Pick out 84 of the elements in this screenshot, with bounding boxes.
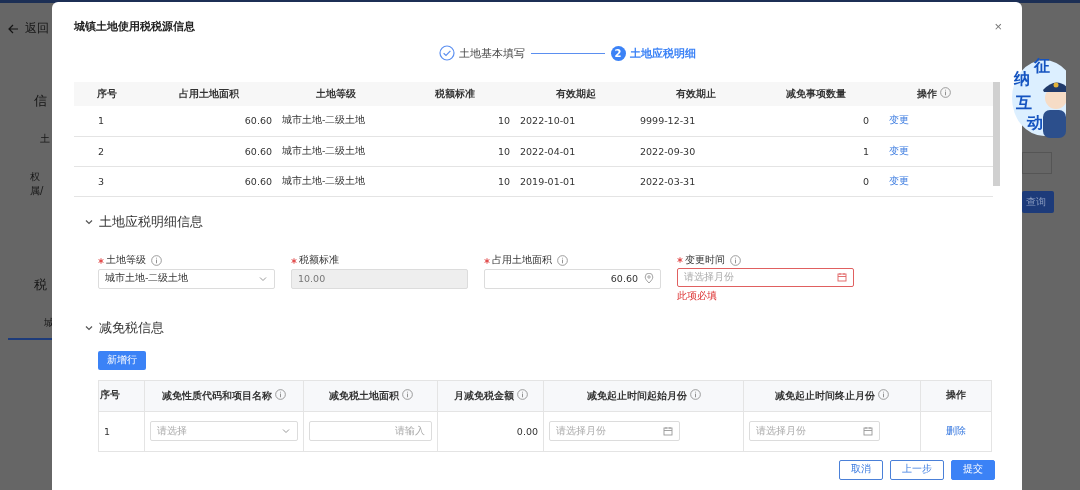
footer-button[interactable]: 取消 xyxy=(839,459,883,480)
column-header: 月减免税金额 xyxy=(437,380,544,411)
field-label: 税额标准 xyxy=(299,254,339,267)
column-header: 减免事项数量 xyxy=(756,82,875,106)
table-cell: 10 xyxy=(394,106,516,136)
chevron-down-icon xyxy=(281,426,291,436)
table-cell: 2019-01-01 xyxy=(516,166,636,196)
area-field[interactable]: 60.60 xyxy=(484,268,661,289)
add-row-button[interactable]: 新增行 xyxy=(98,350,146,370)
table-cell: 2022-03-31 xyxy=(636,166,756,196)
column-header: 税额标准 xyxy=(394,82,516,106)
mascot-character: 互 xyxy=(1016,95,1032,111)
table-cell: 2022-04-01 xyxy=(516,136,636,166)
table-cell: 0 xyxy=(756,166,875,196)
column-header: 序号 xyxy=(98,380,145,411)
table-cell: 城市土地-二级土地 xyxy=(278,106,394,136)
table-cell: 60.60 xyxy=(140,106,278,136)
column-header: 操作 xyxy=(875,82,993,106)
section-title: 税 xyxy=(33,276,48,294)
change-link[interactable]: 变更 xyxy=(889,174,909,186)
section-title: 减免税信息 xyxy=(99,318,164,337)
change-link[interactable]: 变更 xyxy=(889,144,909,156)
month-picker[interactable]: 请选择月份 xyxy=(549,421,680,441)
month-picker[interactable]: 请选择月份 xyxy=(749,421,880,441)
change-link[interactable]: 变更 xyxy=(889,114,909,126)
column-header: 占用土地面积 xyxy=(140,82,278,106)
table-cell: 60.60 xyxy=(140,136,278,166)
table-cell: 3 xyxy=(74,166,140,196)
field-label: 土地等级 xyxy=(106,254,146,267)
table-cell: 9999-12-31 xyxy=(636,106,756,136)
field-label: 占用土地面积 xyxy=(492,254,552,267)
field-label: 土 xyxy=(39,132,51,146)
location-pin-icon xyxy=(644,273,654,284)
table-cell: 0.00 xyxy=(437,411,544,451)
close-button[interactable]: × xyxy=(994,18,1002,34)
table-cell: 2022-09-30 xyxy=(636,136,756,166)
calendar-icon xyxy=(837,272,847,283)
nature-select[interactable]: 请选择 xyxy=(150,421,298,441)
column-header: 有效期止 xyxy=(636,82,756,106)
table-cell: 城市土地-二级土地 xyxy=(278,166,394,196)
field-label: 变更时间 xyxy=(685,253,725,267)
rate-field[interactable]: 10.00 xyxy=(291,268,468,289)
section-title: 信 xyxy=(33,92,48,110)
column-header: 减免起止时间终止月份 xyxy=(743,380,921,411)
column-header: 减免性质代码和项目名称 xyxy=(144,380,304,411)
field-label: 权属/ xyxy=(29,170,45,198)
calendar-icon xyxy=(663,426,673,436)
footer-button[interactable]: 上一步 xyxy=(890,459,944,480)
step-number: 2 xyxy=(610,45,626,61)
step-tab[interactable]: 土地基本填写 xyxy=(458,45,525,61)
table-cell: 10 xyxy=(394,136,516,166)
column-header: 操作 xyxy=(920,380,992,411)
table-cell: 1 xyxy=(98,411,145,451)
calendar-icon xyxy=(863,426,873,436)
column-header: 减免起止时间起始月份 xyxy=(543,380,744,411)
back-arrow-icon[interactable] xyxy=(8,23,19,34)
column-header: 土地等级 xyxy=(278,82,394,106)
column-header: 有效期起 xyxy=(516,82,636,106)
text-field[interactable] xyxy=(1022,152,1052,174)
table-cell: 城市土地-二级土地 xyxy=(278,136,394,166)
mascot-character: 纳 xyxy=(1014,71,1030,87)
column-header: 序号 xyxy=(74,82,140,106)
scrollbar-thumb[interactable] xyxy=(993,82,1000,186)
delete-link[interactable]: 删除 xyxy=(946,424,966,436)
section-title: 土地应税明细信息 xyxy=(99,212,203,231)
column-header: 减免税土地面积 xyxy=(303,380,438,411)
area-input[interactable]: 请输入 xyxy=(309,421,432,441)
table-cell: 10 xyxy=(394,166,516,196)
mascot-character: 征 xyxy=(1034,58,1050,74)
back-link[interactable]: 返回 xyxy=(25,20,49,37)
footer-button[interactable]: 提交 xyxy=(951,459,995,480)
grade-select[interactable]: 城市土地-二级土地 xyxy=(98,268,275,289)
table-cell: 60.60 xyxy=(140,166,278,196)
error-message: 此项必填 xyxy=(677,288,718,303)
table-cell: 1 xyxy=(756,136,875,166)
table-cell: 2022-10-01 xyxy=(516,106,636,136)
table-cell: 1 xyxy=(74,106,140,136)
mascot-character: 动 xyxy=(1027,115,1043,131)
step-tab[interactable]: 土地应税明细 xyxy=(629,45,696,61)
table-cell: 0 xyxy=(756,106,875,136)
dialog-title: 城镇土地使用税税源信息 xyxy=(74,18,195,34)
query-button[interactable]: 查询 xyxy=(1022,191,1054,213)
month-picker[interactable]: 请选择月份 xyxy=(677,267,854,287)
table-cell: 2 xyxy=(74,136,140,166)
